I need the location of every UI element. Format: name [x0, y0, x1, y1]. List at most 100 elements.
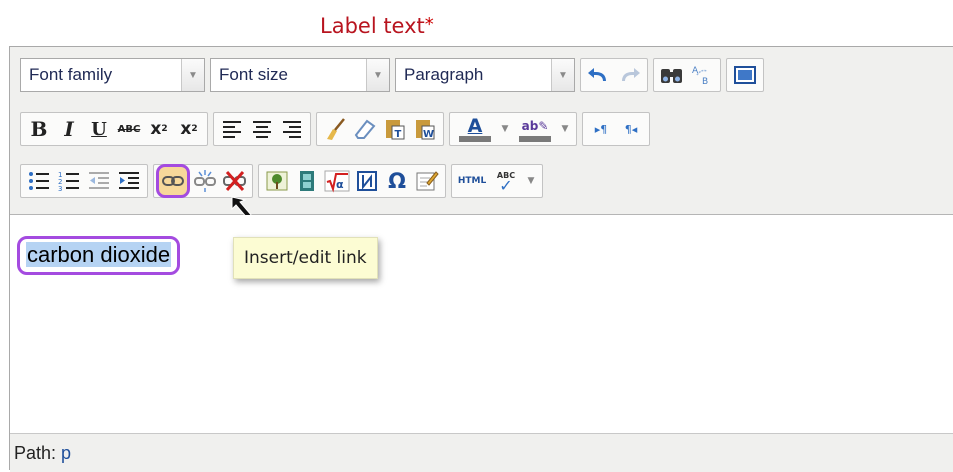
- bullet-list-button[interactable]: [24, 166, 54, 196]
- svg-text:3: 3: [58, 185, 62, 192]
- unlink-button[interactable]: [190, 166, 220, 196]
- svg-text:W: W: [423, 129, 434, 140]
- replace-button[interactable]: A B: [687, 60, 717, 90]
- broom-icon: [327, 118, 345, 140]
- unlink-icon: [194, 170, 216, 192]
- insert-media-button[interactable]: [292, 166, 322, 196]
- search-group: A B: [653, 58, 721, 92]
- italic-button[interactable]: I: [54, 114, 84, 144]
- chevron-down-icon[interactable]: ▼: [497, 114, 513, 144]
- numbered-list-icon: 123: [58, 171, 79, 192]
- redo-icon: [622, 68, 640, 81]
- direction-group: ▸¶ ¶◂: [582, 112, 650, 146]
- omega-icon: Ω: [388, 169, 406, 193]
- align-right-icon: [283, 121, 301, 138]
- paste-word-icon: W: [416, 120, 435, 140]
- anchor-button[interactable]: [220, 166, 250, 196]
- paragraph-format-select[interactable]: Paragraph ▼: [395, 58, 575, 92]
- field-label-text: Label text: [320, 14, 425, 38]
- remove-format-button[interactable]: [350, 114, 380, 144]
- background-color-button[interactable]: ab✎: [513, 114, 557, 144]
- edit-template-button[interactable]: [412, 166, 442, 196]
- align-left-button[interactable]: [217, 114, 247, 144]
- status-path-bar: Path: p: [10, 433, 953, 472]
- chevron-down-icon[interactable]: ▼: [557, 114, 573, 144]
- alignment-group: [213, 112, 311, 146]
- subscript-button[interactable]: x2: [144, 114, 174, 144]
- link-group: [153, 164, 253, 198]
- insert-image-button[interactable]: [262, 166, 292, 196]
- chevron-down-icon[interactable]: ▼: [523, 166, 539, 196]
- path-element-link[interactable]: p: [61, 443, 71, 464]
- eraser-icon: [354, 119, 376, 139]
- html-source-button[interactable]: HTML: [455, 166, 489, 196]
- color-group: A ▼ ab✎ ▼: [449, 112, 577, 146]
- paste-text-icon: T: [386, 120, 405, 140]
- strikethrough-button[interactable]: ABC: [114, 114, 144, 144]
- superscript-button[interactable]: x2: [174, 114, 204, 144]
- align-center-button[interactable]: [247, 114, 277, 144]
- rtl-button[interactable]: ¶◂: [616, 114, 646, 144]
- editor-toolbar: Font family ▼ Font size ▼ Paragraph ▼ A …: [10, 47, 953, 220]
- insert-nonbreaking-button[interactable]: [352, 166, 382, 196]
- redo-button[interactable]: [614, 60, 644, 90]
- source-group: HTML ABC ✓ ▼: [451, 164, 543, 198]
- chevron-down-icon: ▼: [551, 59, 574, 91]
- numbered-list-button[interactable]: 123: [54, 166, 84, 196]
- editor-content-area[interactable]: carbon dioxide Insert/edit link: [10, 215, 953, 433]
- clean-group: T W: [316, 112, 444, 146]
- field-label: Label text*: [320, 14, 434, 38]
- align-left-icon: [223, 121, 241, 138]
- toolbar-row-1: Font family ▼ Font size ▼ Paragraph ▼ A …: [20, 57, 769, 93]
- text-style-group: B I U ABC x2 x2: [20, 112, 208, 146]
- film-icon: [300, 171, 314, 191]
- selected-text-value: carbon dioxide: [26, 242, 172, 267]
- bullet-list-icon: [29, 172, 49, 190]
- outdent-icon: [89, 172, 109, 189]
- list-group: 123: [20, 164, 148, 198]
- fullscreen-group: [726, 58, 764, 92]
- undo-icon: [588, 68, 606, 81]
- font-family-value: Font family: [29, 65, 113, 84]
- fullscreen-button[interactable]: [730, 60, 760, 90]
- align-right-button[interactable]: [277, 114, 307, 144]
- selected-text: carbon dioxide: [17, 236, 181, 275]
- rich-text-editor: Font family ▼ Font size ▼ Paragraph ▼ A …: [9, 46, 953, 472]
- insert-link-button[interactable]: [156, 164, 190, 198]
- spellcheck-button[interactable]: ABC ✓: [489, 166, 523, 196]
- toolbar-row-3: 123 α Ω HTML ABC ✓ ▼: [20, 163, 548, 199]
- image-icon: [266, 171, 288, 191]
- cleanup-button[interactable]: [320, 114, 350, 144]
- underline-button[interactable]: U: [84, 114, 114, 144]
- font-family-select[interactable]: Font family ▼: [20, 58, 205, 92]
- bold-button[interactable]: B: [24, 114, 54, 144]
- outdent-button[interactable]: [84, 166, 114, 196]
- ltr-icon: ▸¶: [594, 122, 608, 136]
- insert-group: α Ω: [258, 164, 446, 198]
- svg-text:α: α: [336, 178, 344, 191]
- indent-button[interactable]: [114, 166, 144, 196]
- replace-icon: A B: [692, 66, 708, 87]
- anchor-icon: [223, 171, 246, 191]
- paste-text-button[interactable]: T: [380, 114, 410, 144]
- undo-button[interactable]: [584, 60, 614, 90]
- font-size-value: Font size: [219, 65, 288, 84]
- font-size-select[interactable]: Font size ▼: [210, 58, 390, 92]
- insert-special-char-button[interactable]: Ω: [382, 166, 412, 196]
- equation-icon: α: [324, 170, 350, 193]
- chevron-down-icon: ▼: [181, 59, 204, 91]
- fullscreen-icon: [734, 66, 756, 84]
- insert-equation-button[interactable]: α: [322, 166, 352, 196]
- find-button[interactable]: [657, 60, 687, 90]
- nonbreaking-icon: [357, 171, 377, 191]
- text-color-button[interactable]: A: [453, 114, 497, 144]
- binoculars-icon: [661, 69, 682, 83]
- ltr-button[interactable]: ▸¶: [586, 114, 616, 144]
- paragraph-format-value: Paragraph: [404, 65, 484, 84]
- edit-icon: [416, 171, 439, 191]
- paste-word-button[interactable]: W: [410, 114, 440, 144]
- link-icon: [162, 176, 184, 186]
- required-marker: *: [424, 14, 434, 35]
- text-color-icon: A: [467, 115, 483, 137]
- rtl-icon: ¶◂: [624, 122, 638, 136]
